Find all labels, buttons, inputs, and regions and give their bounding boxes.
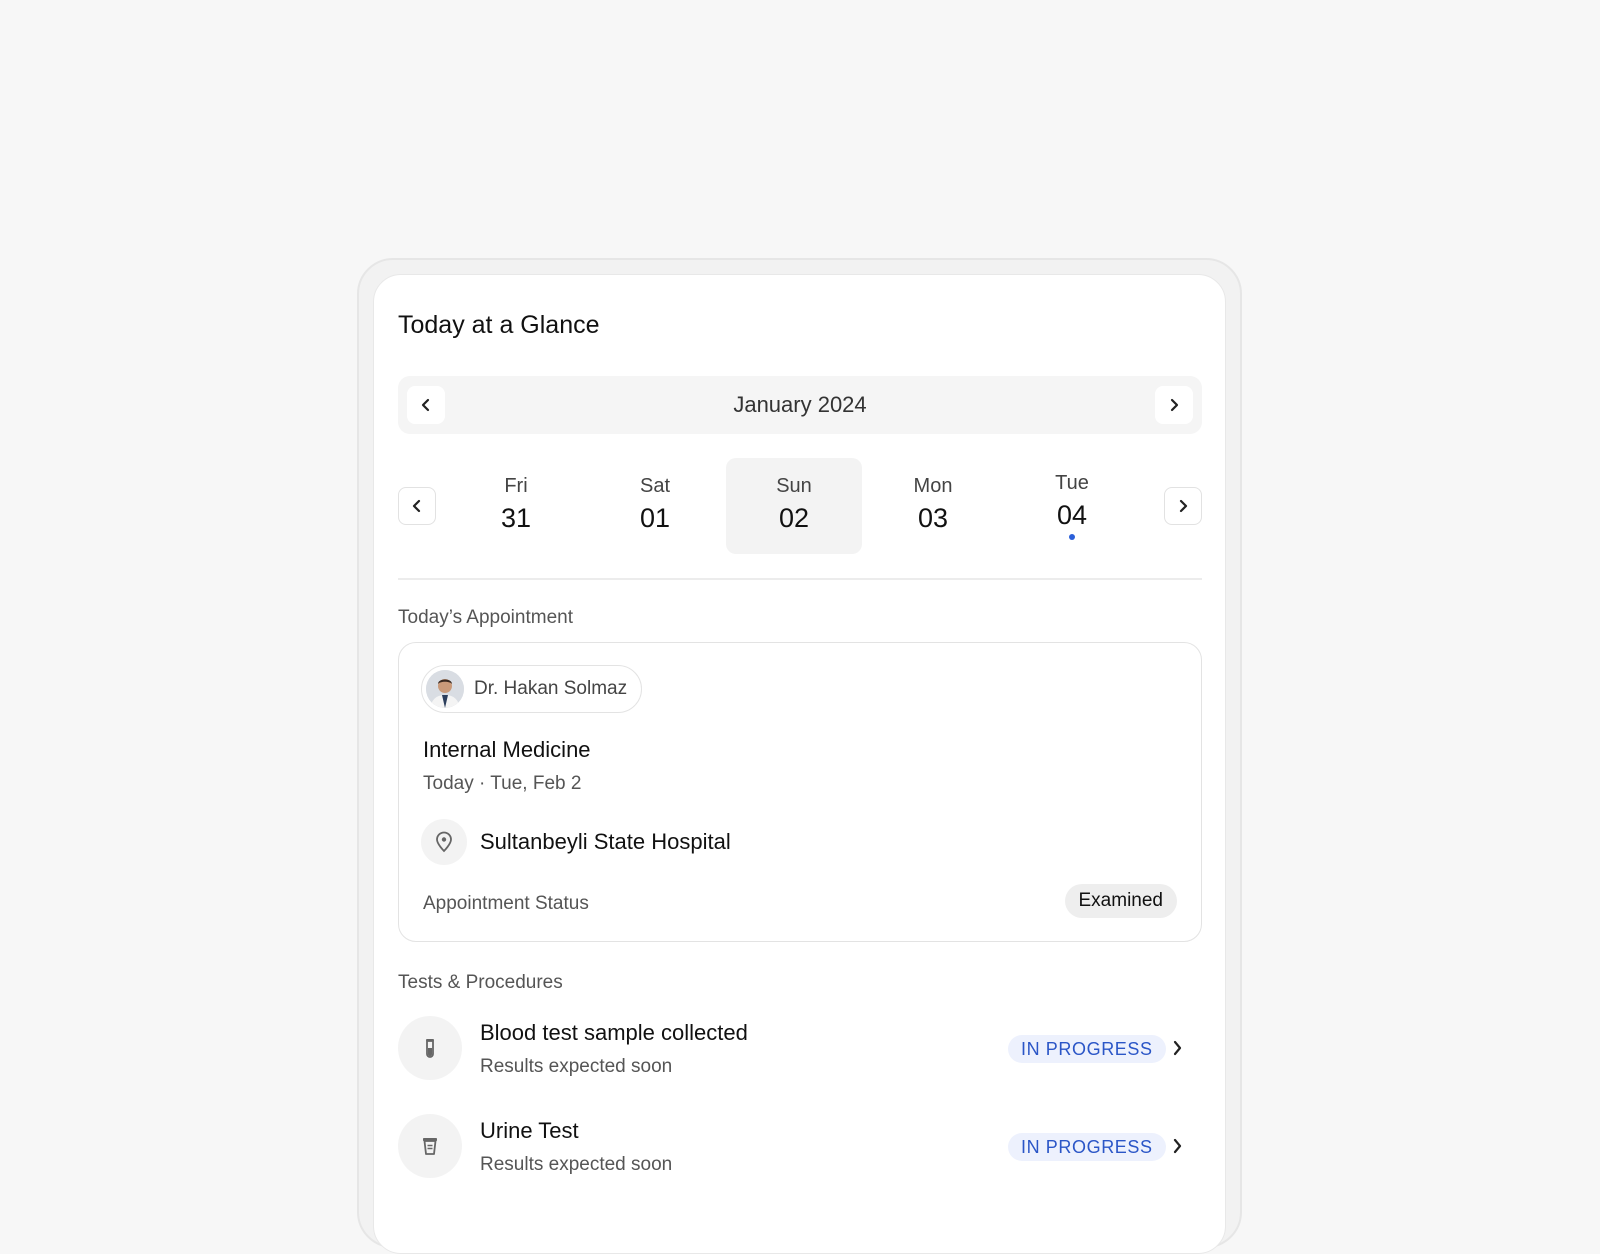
chevron-right-icon[interactable] (1168, 1137, 1186, 1155)
event-dot (1069, 534, 1075, 540)
day-item-fri[interactable]: Fri 31 (448, 458, 584, 554)
day-item-tue[interactable]: Tue 04 (1004, 458, 1140, 554)
day-item-sun-selected[interactable]: Sun 02 (726, 458, 862, 554)
month-selector: January 2024 (398, 376, 1202, 434)
doctor-avatar-icon (426, 670, 464, 708)
day-strip: Fri 31 Sat 01 Sun 02 Mon 03 Tue 04 (398, 458, 1202, 554)
appointment-card[interactable]: Dr. Hakan Solmaz Internal Medicine Today… (398, 642, 1202, 942)
procedure-subtitle: Results expected soon (480, 1154, 673, 1175)
day-name: Sun (776, 475, 812, 497)
doctor-chip[interactable]: Dr. Hakan Solmaz (421, 665, 643, 713)
procedure-subtitle: Results expected soon (480, 1056, 673, 1077)
prev-days-button[interactable] (398, 487, 436, 525)
next-days-button[interactable] (1164, 487, 1202, 525)
day-number: 02 (778, 503, 810, 533)
appointment-section-label: Today’s Appointment (398, 607, 573, 628)
day-item-sat[interactable]: Sat 01 (587, 458, 723, 554)
status-label: Appointment Status (423, 893, 589, 914)
procedure-row-urine-test[interactable]: Urine Test Results expected soon IN PROG… (398, 1114, 1202, 1180)
appointment-date: Today · Tue, Feb 2 (423, 773, 582, 794)
day-item-mon[interactable]: Mon 03 (865, 458, 1001, 554)
in-progress-badge: IN PROGRESS (1008, 1035, 1166, 1063)
procedure-title: Urine Test (480, 1118, 579, 1143)
appointment-specialty: Internal Medicine (423, 737, 591, 762)
day-number: 03 (917, 503, 949, 533)
specimen-cup-icon (398, 1114, 462, 1178)
in-progress-badge: IN PROGRESS (1008, 1133, 1166, 1161)
chevron-right-icon (1170, 398, 1179, 412)
procedures-section-label: Tests & Procedures (398, 972, 563, 993)
divider (398, 578, 1202, 580)
chevron-left-icon (412, 499, 421, 513)
month-label: January 2024 (733, 392, 867, 417)
day-name: Fri (504, 475, 528, 497)
day-number: 31 (500, 503, 532, 533)
hospital-name: Sultanbeyli State Hospital (480, 829, 731, 854)
status-badge: Examined (1064, 884, 1177, 918)
location-pin-icon (421, 819, 467, 865)
test-tube-icon (398, 1016, 462, 1080)
day-name: Tue (1055, 472, 1089, 494)
chevron-right-icon (1179, 499, 1188, 513)
doctor-name: Dr. Hakan Solmaz (474, 678, 628, 699)
glance-card: Today at a Glance January 2024 Fri 31 Sa… (373, 274, 1226, 1254)
next-month-button[interactable] (1155, 386, 1193, 424)
day-number: 04 (1056, 500, 1088, 530)
chevron-right-icon[interactable] (1168, 1039, 1186, 1057)
page-title: Today at a Glance (398, 311, 600, 339)
day-name: Mon (913, 475, 953, 497)
procedure-row-blood-test[interactable]: Blood test sample collected Results expe… (398, 1016, 1202, 1082)
procedure-title: Blood test sample collected (480, 1020, 748, 1045)
day-number: 01 (639, 503, 671, 533)
avatar (426, 670, 464, 708)
day-name: Sat (639, 475, 671, 497)
